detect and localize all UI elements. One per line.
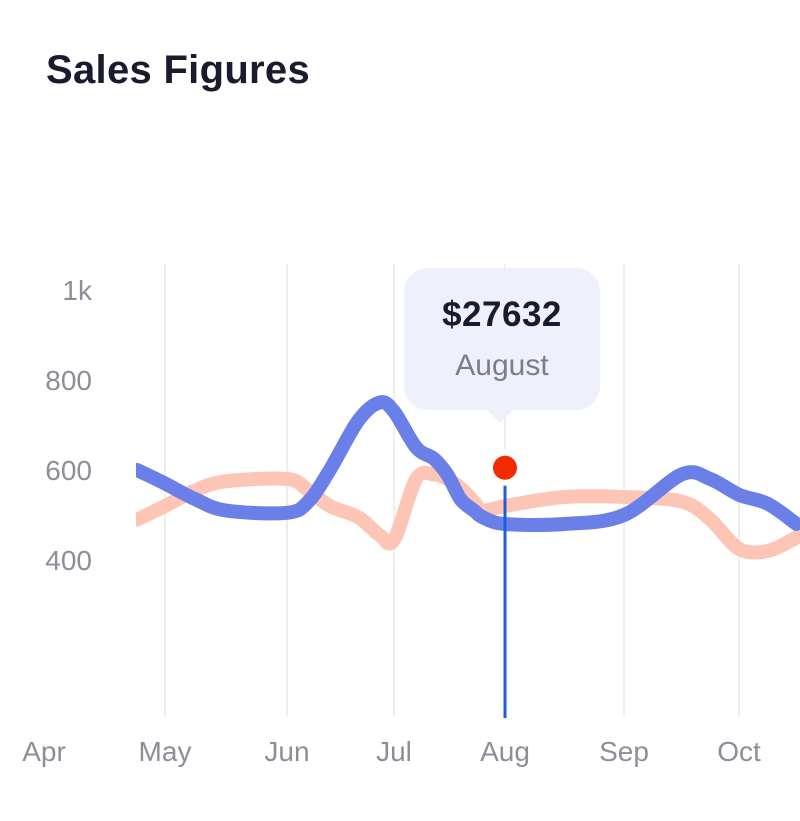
hover-cursor — [487, 449, 523, 718]
data-tooltip: $27632 August — [404, 268, 600, 423]
y-axis-ticks: 1k 800 600 400 — [45, 275, 93, 576]
x-tick-jul: Jul — [376, 736, 412, 767]
x-axis-ticks: Apr May Jun Jul Aug Sep Oct — [22, 736, 761, 767]
sales-chart-card: Sales Figures 1k 800 600 400 Apr May Jun Jul Au… — [0, 0, 800, 821]
y-tick-800: 800 — [45, 365, 92, 396]
x-tick-jun: Jun — [264, 736, 309, 767]
highlight-marker[interactable] — [493, 455, 517, 480]
series-lines — [136, 395, 800, 560]
x-tick-oct: Oct — [717, 736, 761, 767]
y-tick-400: 400 — [45, 545, 92, 576]
y-tick-1k: 1k — [62, 275, 93, 306]
x-tick-apr: Apr — [22, 736, 66, 767]
line-chart[interactable]: 1k 800 600 400 Apr May Jun Jul Aug Sep Oct — [0, 0, 800, 821]
tooltip-label: August — [455, 349, 549, 382]
x-tick-sep: Sep — [599, 736, 649, 767]
tooltip-value: $27632 — [442, 295, 562, 334]
y-tick-600: 600 — [45, 455, 92, 486]
x-tick-aug: Aug — [480, 736, 530, 767]
x-tick-may: May — [139, 736, 192, 767]
